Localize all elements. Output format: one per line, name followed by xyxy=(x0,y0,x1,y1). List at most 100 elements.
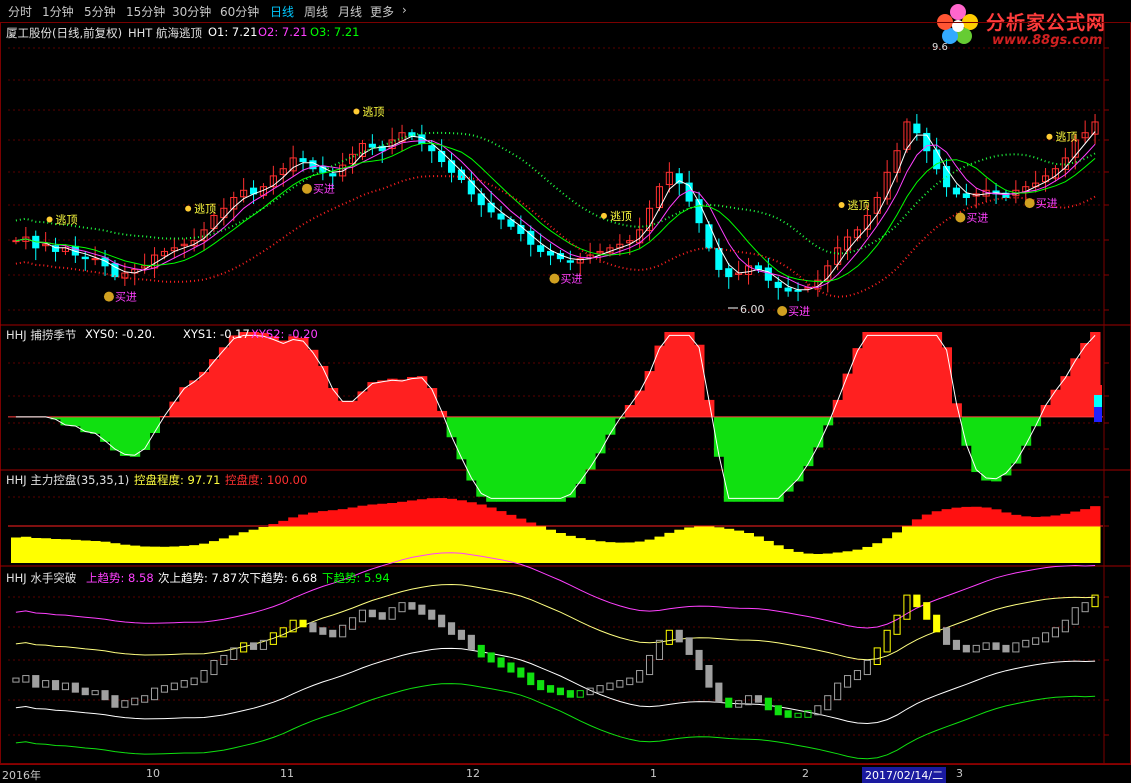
control-bar-red xyxy=(486,507,497,526)
control-bar-yellow xyxy=(803,553,814,563)
sailor-candle xyxy=(576,690,584,698)
main-value-0: O1: 7.21 xyxy=(208,25,258,39)
oscillator-bar xyxy=(674,332,685,417)
control-bar-yellow xyxy=(496,526,507,563)
control-bar-red xyxy=(1050,515,1061,526)
sailor-candle xyxy=(873,647,881,665)
oscillator-bar xyxy=(486,416,497,502)
control-bar-red xyxy=(327,510,339,526)
sailor-candle xyxy=(131,697,139,706)
oscillator-bar xyxy=(397,379,408,417)
oscillator-bar xyxy=(90,416,101,434)
control-bar-yellow xyxy=(684,527,695,563)
control-bar-red xyxy=(1090,506,1101,526)
oscillator-bar xyxy=(684,332,695,417)
control-bars xyxy=(11,498,1101,563)
stock-chart[interactable]: 逃顶逃顶逃顶逃顶逃顶逃顶买进买进买进买进买进买进6.009.6 xyxy=(0,0,1131,781)
oscillator-bar xyxy=(981,416,992,481)
control-bar-red xyxy=(931,511,943,526)
control-bar-yellow xyxy=(842,551,853,563)
sailor-candle xyxy=(51,680,60,691)
date-tick-label: 1 xyxy=(650,767,657,780)
oscillator-bar xyxy=(337,400,349,417)
oscillator-bar xyxy=(882,332,893,417)
oscillator-bar xyxy=(308,349,319,417)
control-bar-yellow xyxy=(70,539,81,563)
sailor-candle xyxy=(1012,642,1020,653)
control-bar-yellow xyxy=(397,526,408,563)
control-bar-yellow xyxy=(644,539,655,563)
sailor-candle xyxy=(596,685,604,693)
oscillator-bar xyxy=(793,416,804,482)
date-tick-label: 12 xyxy=(466,767,480,780)
sailor-candle xyxy=(665,629,673,645)
control-bar-yellow xyxy=(1030,526,1042,563)
money-bag-icon xyxy=(955,212,966,223)
sailor-candle xyxy=(1071,607,1079,625)
control-bar-yellow xyxy=(981,526,992,563)
sailor-candle xyxy=(249,642,258,650)
p4-value-0: 上趋势: 8.58 xyxy=(86,571,154,585)
price-high-label: 9.6 xyxy=(932,42,948,53)
sailor-candle xyxy=(160,685,169,693)
control-bar-yellow xyxy=(1060,526,1071,563)
control-bar-red xyxy=(1080,509,1091,526)
control-bar-yellow xyxy=(654,536,665,563)
oscillator-bar xyxy=(1080,343,1091,417)
control-bar-yellow xyxy=(902,526,913,563)
candle-body xyxy=(447,160,456,173)
sailor-candle xyxy=(200,670,208,683)
sailor-candle xyxy=(1032,637,1040,645)
control-bar-yellow xyxy=(426,526,438,563)
chart-frame xyxy=(0,22,1131,764)
control-bar-red xyxy=(317,511,329,526)
oscillator-bar xyxy=(605,416,616,435)
control-bar-red xyxy=(1020,516,1032,526)
control-bar-yellow xyxy=(248,529,259,563)
sailor-candle xyxy=(695,649,703,671)
oscillator-bar xyxy=(456,416,467,460)
control-bar-yellow xyxy=(258,527,269,563)
control-bar-yellow xyxy=(298,526,309,563)
oscillator-bar xyxy=(595,416,606,454)
control-bar-yellow xyxy=(139,546,151,563)
control-bar-yellow xyxy=(822,553,834,563)
sailor-candle xyxy=(546,685,555,693)
control-bar-red xyxy=(397,501,408,526)
control-bar-yellow xyxy=(367,526,378,563)
oscillator-bar xyxy=(139,416,151,450)
sailor-candle xyxy=(883,629,891,653)
oscillator-bar xyxy=(209,359,220,417)
control-bar-red xyxy=(456,500,467,526)
money-bag-icon xyxy=(103,291,114,302)
oscillator-bar xyxy=(278,340,289,417)
p2-value-1: XYS1: -0.17 xyxy=(183,327,250,341)
control-bar-yellow xyxy=(209,541,220,563)
oscillator-bar xyxy=(565,416,576,498)
control-bar-red xyxy=(298,514,309,526)
sailor-candle xyxy=(190,677,198,686)
sailor-candle xyxy=(784,710,792,718)
sailor-candle xyxy=(853,670,862,681)
date-tick-label: 2 xyxy=(802,767,809,780)
control-bar-yellow xyxy=(743,533,754,563)
sailor-candle xyxy=(636,670,644,683)
lower-trend-line xyxy=(15,683,1096,760)
oscillator-bar xyxy=(407,376,418,417)
oscillator-bar xyxy=(169,401,180,417)
sailor-candle xyxy=(527,672,535,686)
control-bar-yellow xyxy=(1090,526,1101,563)
sailor-candle xyxy=(655,639,664,660)
sailor-candle xyxy=(170,682,178,691)
candle-body xyxy=(438,150,446,163)
sailor-candle xyxy=(606,682,614,691)
p2-title: HHJ 捕捞季节 xyxy=(6,328,77,342)
control-bar-red xyxy=(921,514,933,526)
sailor-candle xyxy=(457,629,466,640)
control-bar-yellow xyxy=(921,526,933,563)
control-bar-yellow xyxy=(723,528,735,563)
sailor-candle xyxy=(972,644,980,653)
sailor-candle xyxy=(645,654,654,676)
oscillator-bar xyxy=(327,388,339,417)
control-bar-yellow xyxy=(238,532,250,563)
